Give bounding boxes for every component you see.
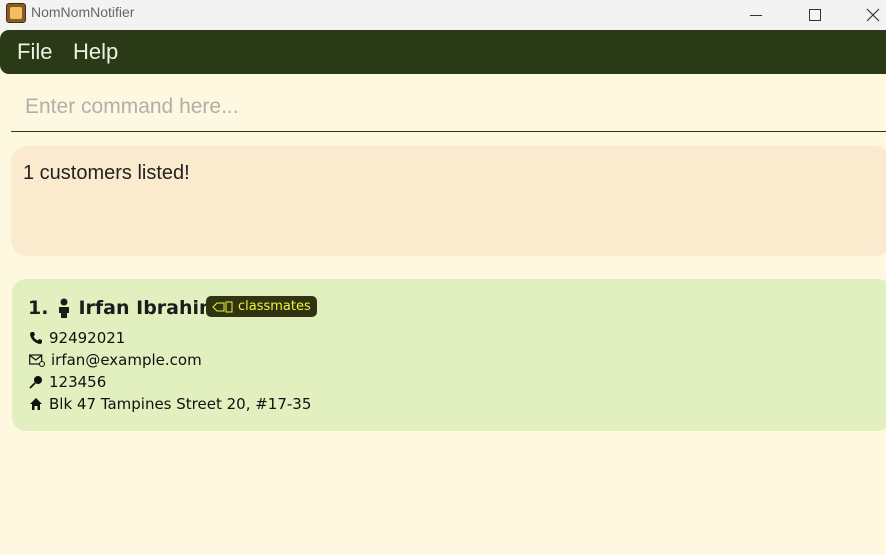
customer-name: Irfan Ibrahim bbox=[78, 297, 219, 319]
home-icon bbox=[30, 398, 42, 410]
tag-label: classmates bbox=[238, 299, 311, 314]
customer-tag: classmates bbox=[206, 296, 317, 317]
postal-text: 123456 bbox=[49, 373, 107, 391]
customer-index: 1. bbox=[28, 297, 49, 319]
title-bar: NomNomNotifier bbox=[0, 0, 886, 30]
menu-file[interactable]: File bbox=[17, 39, 52, 65]
customer-postal: 123456 bbox=[29, 373, 106, 391]
close-button[interactable] bbox=[850, 0, 886, 30]
window-title: NomNomNotifier bbox=[31, 4, 135, 20]
customer-header: 1. Irfan Ibrahim bbox=[28, 297, 219, 319]
phone-icon bbox=[30, 332, 42, 344]
phone-text: 92492021 bbox=[49, 329, 126, 347]
customer-phone: 92492021 bbox=[29, 329, 125, 347]
close-icon bbox=[866, 8, 880, 22]
email-icon bbox=[29, 354, 45, 367]
person-icon bbox=[59, 298, 70, 318]
menu-bar: File Help bbox=[0, 30, 886, 74]
result-display: 1 customers listed! bbox=[11, 146, 886, 256]
minimize-icon bbox=[750, 14, 762, 16]
address-text: Blk 47 Tampines Street 20, #17-35 bbox=[49, 395, 312, 413]
tag-icon bbox=[212, 301, 233, 312]
customer-address: Blk 47 Tampines Street 20, #17-35 bbox=[29, 395, 311, 413]
menu-help[interactable]: Help bbox=[73, 39, 118, 65]
app-icon bbox=[6, 3, 26, 23]
command-input[interactable] bbox=[11, 82, 886, 131]
email-text: irfan@example.com bbox=[51, 351, 202, 369]
pin-icon bbox=[29, 376, 42, 389]
customer-card[interactable]: 1. Irfan Ibrahim classmates 92492021 irf… bbox=[12, 279, 886, 431]
customer-email: irfan@example.com bbox=[29, 351, 202, 369]
maximize-button[interactable] bbox=[792, 0, 838, 30]
result-message: 1 customers listed! bbox=[23, 162, 190, 184]
maximize-icon bbox=[809, 9, 821, 21]
minimize-button[interactable] bbox=[733, 0, 779, 30]
command-box bbox=[11, 82, 886, 132]
